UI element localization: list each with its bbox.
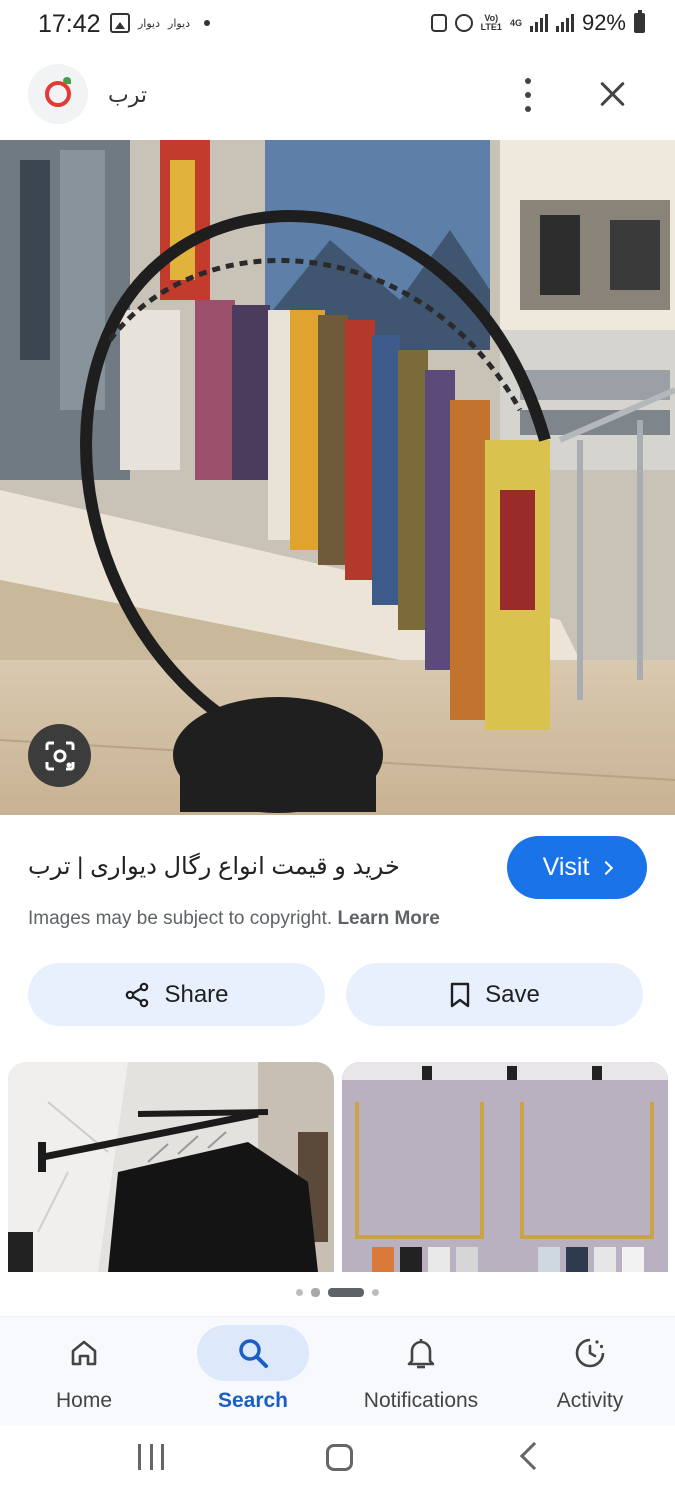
visit-button-label: Visit <box>542 853 590 881</box>
pager-dot <box>372 1289 379 1296</box>
search-icon <box>239 1339 268 1368</box>
lens-icon <box>45 741 74 770</box>
home-icon <box>71 1340 97 1366</box>
close-icon[interactable] <box>594 76 630 112</box>
battery-icon <box>634 10 645 33</box>
status-time: 17:42 <box>38 10 101 38</box>
status-notification-icons: دیوار دیوار <box>110 13 211 33</box>
save-button-label: Save <box>485 980 540 1008</box>
torob-logo-icon <box>28 64 88 124</box>
copyright-text: Images may be subject to copyright. <box>28 908 333 929</box>
nav-activity-label: Activity <box>556 1389 624 1412</box>
lens-button[interactable] <box>28 724 91 787</box>
signal-strength-icon <box>529 14 548 32</box>
pager-dot <box>311 1288 320 1297</box>
notification-app-label-1: دیوار <box>138 16 161 30</box>
bell-icon <box>407 1339 435 1369</box>
battery-percentage: 92% <box>581 10 626 35</box>
lte-label: LTE1 <box>480 22 502 32</box>
gold-rail-photo <box>342 1062 668 1272</box>
bottom-navigation: Home Search Notifications Activity <box>0 1316 675 1426</box>
scarf-rack-photo <box>0 140 675 815</box>
visit-button[interactable]: Visit <box>507 836 647 899</box>
network-type: 4G <box>509 17 522 28</box>
bookmark-icon <box>450 982 470 1007</box>
signal-strength-icon-2 <box>555 14 574 32</box>
chevron-right-icon <box>599 860 614 875</box>
gallery-icon <box>110 13 130 33</box>
learn-more-link[interactable]: Learn More <box>337 908 439 929</box>
pager-dot-active <box>328 1288 364 1297</box>
pager-dot <box>296 1289 303 1296</box>
more-vert-icon[interactable] <box>518 78 538 112</box>
notification-app-label-2: دیوار <box>168 16 191 30</box>
share-button[interactable]: Share <box>28 963 325 1026</box>
save-button[interactable]: Save <box>346 963 643 1026</box>
site-name: ترب <box>108 82 147 107</box>
recent-apps-icon[interactable] <box>138 1444 164 1470</box>
main-result-image[interactable] <box>0 140 675 815</box>
nav-home[interactable]: Home <box>0 1317 168 1427</box>
nav-notifications-label: Notifications <box>363 1389 479 1412</box>
alarm-icon <box>454 14 473 32</box>
result-title[interactable]: خرید و قیمت انواع رگال دیواری | ترب <box>28 852 468 881</box>
related-image-2[interactable] <box>342 1062 668 1272</box>
status-system-icons: Vo) LTE1 4G 92% <box>430 10 645 36</box>
more-notifications-dot <box>204 20 211 26</box>
back-icon[interactable] <box>519 1441 549 1471</box>
nav-search-label: Search <box>217 1389 289 1412</box>
related-image-1[interactable] <box>8 1062 334 1272</box>
nav-activity[interactable]: Activity <box>506 1317 674 1427</box>
share-icon <box>126 982 149 1007</box>
system-navigation-bar <box>0 1426 675 1500</box>
nav-notifications[interactable]: Notifications <box>337 1317 505 1427</box>
carousel-pager <box>0 1288 675 1297</box>
activity-icon <box>575 1338 605 1368</box>
share-button-label: Share <box>164 980 229 1008</box>
status-bar: 17:42 دیوار دیوار Vo) LTE1 4G 92% <box>0 0 675 50</box>
result-header: ترب <box>0 62 675 128</box>
home-button-icon[interactable] <box>326 1444 353 1471</box>
copyright-notice: Images may be subject to copyright. Lear… <box>28 908 440 930</box>
volte-indicator: Vo) LTE1 <box>481 14 502 32</box>
screenshot-icon <box>430 14 447 32</box>
nav-home-label: Home <box>55 1389 113 1412</box>
black-rail-photo <box>8 1062 334 1272</box>
nav-search[interactable]: Search <box>169 1317 337 1427</box>
